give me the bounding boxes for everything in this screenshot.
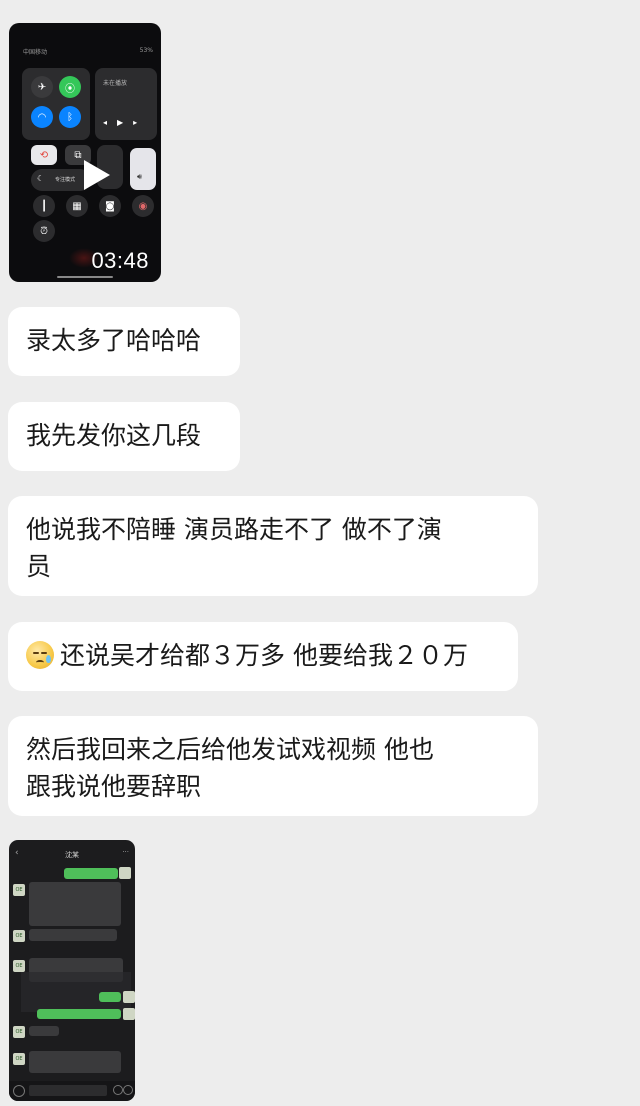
airplane-icon: ✈ bbox=[31, 76, 53, 98]
focus-label: 专注模式 bbox=[55, 177, 76, 183]
volume-slider: 🔊︎ bbox=[130, 148, 156, 190]
music-tile: 未在播放 ◂▶▸ bbox=[95, 68, 157, 140]
message-text: 还说吴才给都３万多 他要给我２０万 bbox=[60, 641, 468, 670]
message-bubble[interactable]: 然后我回来之后给他发试戏视频 他也 跟我说他要辞职 bbox=[8, 716, 538, 816]
message-bubble[interactable]: 还说吴才给都３万多 他要给我２０万 bbox=[8, 622, 518, 691]
message-text: 员 bbox=[26, 552, 52, 581]
focus-tile: ☾ 专注模式 bbox=[31, 169, 91, 191]
message-text: 他说我不陪睡 演员路走不了 做不了演 bbox=[26, 515, 442, 544]
bluetooth-icon: ᛒ bbox=[59, 106, 81, 128]
wifi-icon: ◠ bbox=[31, 106, 53, 128]
avatar bbox=[119, 867, 131, 879]
alarm-icon: ⏰︎ bbox=[33, 220, 55, 242]
message-bubble[interactable]: 他说我不陪睡 演员路走不了 做不了演 员 bbox=[8, 496, 538, 596]
flashlight-icon: ┃ bbox=[33, 195, 55, 217]
cellular-icon: ⦿ bbox=[59, 76, 81, 98]
message-text: 然后我回来之后给他发试戏视频 他也 bbox=[26, 735, 434, 764]
message-bubble[interactable]: 录太多了哈哈哈 bbox=[8, 307, 240, 376]
message-text: 我先发你这几段 bbox=[26, 421, 202, 450]
avatar: OE bbox=[13, 1026, 25, 1038]
message-bubble[interactable]: 我先发你这几段 bbox=[8, 402, 240, 471]
incoming-bubble bbox=[29, 1051, 121, 1073]
avatar: OE bbox=[13, 884, 25, 896]
outgoing-bubble bbox=[64, 868, 118, 879]
video-message-thumbnail[interactable]: 中国移动 53% ✈ ⦿ ◠ ᛒ 未在播放 ◂▶▸ ⟲ ⧉ 🔊︎ ☾ 专注模式 … bbox=[9, 23, 161, 282]
input-bar bbox=[9, 1081, 135, 1101]
calculator-icon: ▦ bbox=[66, 195, 88, 217]
rotation-lock-icon: ⟲ bbox=[31, 145, 57, 165]
avatar: OE bbox=[13, 960, 25, 972]
record-icon: ◉ bbox=[132, 195, 154, 217]
moon-icon: ☾ bbox=[37, 174, 45, 183]
camera-icon: ◙ bbox=[99, 195, 121, 217]
avatar: OE bbox=[13, 1053, 25, 1065]
connectivity-tile: ✈ ⦿ ◠ ᛒ bbox=[22, 68, 90, 140]
home-indicator bbox=[57, 276, 113, 278]
avatar bbox=[123, 1008, 135, 1020]
battery-label: 53% bbox=[139, 47, 153, 54]
chat-screenshot-image[interactable]: ‹ 沈某 ··· OE OE OE OE OE bbox=[9, 840, 135, 1101]
incoming-bubble bbox=[29, 882, 121, 926]
more-icon: ··· bbox=[122, 848, 129, 856]
outgoing-bubble bbox=[99, 992, 121, 1002]
music-title: 未在播放 bbox=[103, 80, 128, 87]
emoji-icon bbox=[113, 1085, 123, 1095]
play-button[interactable] bbox=[84, 160, 110, 190]
message-text: 录太多了哈哈哈 bbox=[26, 326, 202, 355]
incoming-bubble bbox=[29, 929, 117, 941]
carrier-label: 中国移动 bbox=[23, 49, 48, 56]
speaker-icon: 🔊︎ bbox=[137, 172, 143, 181]
voice-icon bbox=[13, 1085, 25, 1097]
video-duration: 03:48 bbox=[91, 248, 149, 273]
chat-title: 沈某 bbox=[65, 851, 79, 859]
message-input bbox=[29, 1085, 107, 1096]
add-icon bbox=[123, 1085, 133, 1095]
avatar: OE bbox=[13, 930, 25, 942]
avatar bbox=[123, 991, 135, 1003]
video-status-bar: 中国移动 53% bbox=[23, 47, 153, 56]
outgoing-bubble bbox=[37, 1009, 121, 1019]
message-text: 跟我说他要辞职 bbox=[26, 772, 202, 801]
sad-tear-face-icon bbox=[26, 641, 54, 669]
incoming-bubble bbox=[29, 1026, 59, 1036]
media-controls-icon: ◂▶▸ bbox=[103, 118, 148, 127]
play-icon bbox=[84, 160, 110, 190]
